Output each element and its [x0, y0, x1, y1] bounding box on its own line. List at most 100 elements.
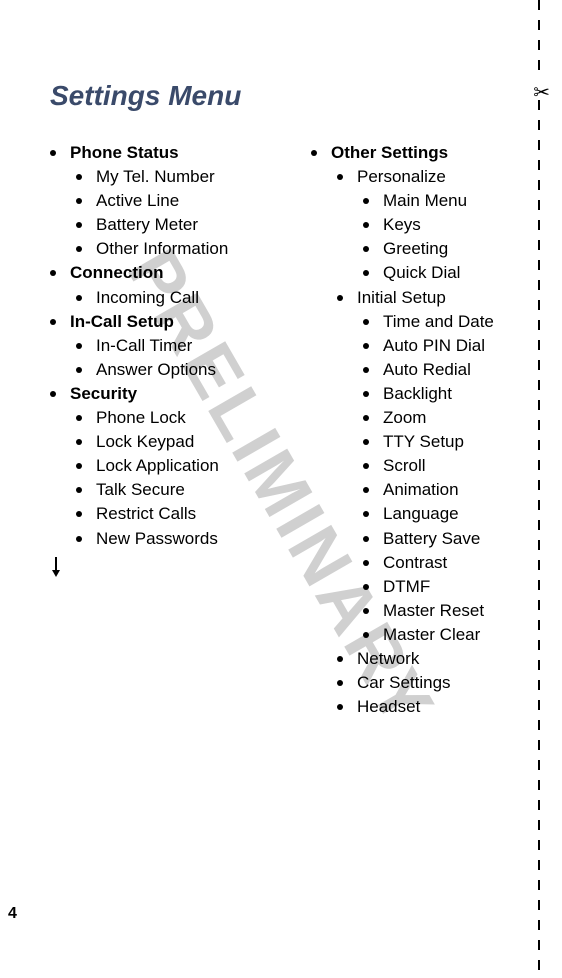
bullet-icon	[363, 246, 369, 252]
list-item: Network	[337, 648, 542, 670]
list-item-text: Personalize	[357, 166, 446, 188]
list-item-text: Contrast	[383, 552, 447, 574]
bullet-icon	[363, 536, 369, 542]
list-item-text: TTY Setup	[383, 431, 464, 453]
right-column: Other SettingsPersonalizeMain MenuKeysGr…	[311, 142, 542, 720]
bullet-icon	[50, 319, 56, 325]
bullet-icon	[363, 487, 369, 493]
list-item: Lock Keypad	[76, 431, 281, 453]
bullet-icon	[76, 487, 82, 493]
left-column: Phone StatusMy Tel. NumberActive LineBat…	[50, 142, 281, 720]
list-item: Main Menu	[363, 190, 542, 212]
list-item-text: My Tel. Number	[96, 166, 215, 188]
cut-line	[538, 0, 540, 978]
bullet-icon	[363, 584, 369, 590]
list-item-text: Master Reset	[383, 600, 484, 622]
list-item-text: Network	[357, 648, 419, 670]
list-item-text: Auto Redial	[383, 359, 471, 381]
bullet-icon	[76, 511, 82, 517]
list-item-text: Lock Application	[96, 455, 219, 477]
list-item-text: Phone Status	[70, 142, 179, 164]
list-item-text: In-Call Setup	[70, 311, 174, 333]
list-item-text: Connection	[70, 262, 164, 284]
bullet-icon	[50, 270, 56, 276]
list-item: Quick Dial	[363, 262, 542, 284]
list-item: Incoming Call	[76, 287, 281, 309]
list-item: Answer Options	[76, 359, 281, 381]
bullet-icon	[76, 367, 82, 373]
list-item-text: DTMF	[383, 576, 430, 598]
bullet-icon	[76, 343, 82, 349]
list-item: Connection	[50, 262, 281, 284]
list-item: Backlight	[363, 383, 542, 405]
list-item-text: Auto PIN Dial	[383, 335, 485, 357]
bullet-icon	[363, 222, 369, 228]
list-item-text: Security	[70, 383, 137, 405]
list-item-text: Language	[383, 503, 459, 525]
bullet-icon	[311, 150, 317, 156]
bullet-icon	[76, 463, 82, 469]
list-item: Phone Lock	[76, 407, 281, 429]
list-item: Scroll	[363, 455, 542, 477]
list-item-text: In-Call Timer	[96, 335, 192, 357]
list-item-text: Quick Dial	[383, 262, 460, 284]
list-item: Phone Status	[50, 142, 281, 164]
bullet-icon	[363, 511, 369, 517]
bullet-icon	[363, 198, 369, 204]
list-item: TTY Setup	[363, 431, 542, 453]
list-item: Auto Redial	[363, 359, 542, 381]
list-item-text: Main Menu	[383, 190, 467, 212]
list-item: Master Clear	[363, 624, 542, 646]
bullet-icon	[76, 246, 82, 252]
list-item: DTMF	[363, 576, 542, 598]
bullet-icon	[363, 343, 369, 349]
list-item: Zoom	[363, 407, 542, 429]
bullet-icon	[76, 439, 82, 445]
list-item: In-Call Timer	[76, 335, 281, 357]
bullet-icon	[76, 415, 82, 421]
list-item: Auto PIN Dial	[363, 335, 542, 357]
bullet-icon	[337, 656, 343, 662]
list-item: Greeting	[363, 238, 542, 260]
list-item: Other Information	[76, 238, 281, 260]
list-item: Security	[50, 383, 281, 405]
list-item-text: Talk Secure	[96, 479, 185, 501]
list-item-text: Phone Lock	[96, 407, 186, 429]
list-item: Restrict Calls	[76, 503, 281, 525]
list-item-text: Other Information	[96, 238, 228, 260]
continue-arrow-icon	[51, 557, 61, 582]
list-item-text: Animation	[383, 479, 459, 501]
bullet-icon	[76, 174, 82, 180]
list-item: Headset	[337, 696, 542, 718]
page-number: 4	[8, 905, 17, 923]
list-item: Car Settings	[337, 672, 542, 694]
list-item: In-Call Setup	[50, 311, 281, 333]
page-content: Settings Menu Phone StatusMy Tel. Number…	[0, 0, 562, 740]
list-item-text: Initial Setup	[357, 287, 446, 309]
list-item: Personalize	[337, 166, 542, 188]
list-item: Initial Setup	[337, 287, 542, 309]
list-item-text: Keys	[383, 214, 421, 236]
list-item-text: Time and Date	[383, 311, 494, 333]
bullet-icon	[337, 174, 343, 180]
bullet-icon	[363, 463, 369, 469]
list-item: Time and Date	[363, 311, 542, 333]
bullet-icon	[76, 536, 82, 542]
list-item: Battery Meter	[76, 214, 281, 236]
list-item-text: Scroll	[383, 455, 426, 477]
bullet-icon	[50, 150, 56, 156]
list-item-text: Restrict Calls	[96, 503, 196, 525]
columns-container: Phone StatusMy Tel. NumberActive LineBat…	[50, 142, 542, 720]
list-item: My Tel. Number	[76, 166, 281, 188]
bullet-icon	[76, 222, 82, 228]
bullet-icon	[363, 415, 369, 421]
list-item: Talk Secure	[76, 479, 281, 501]
bullet-icon	[363, 608, 369, 614]
bullet-icon	[76, 295, 82, 301]
bullet-icon	[337, 680, 343, 686]
bullet-icon	[50, 391, 56, 397]
list-item: Lock Application	[76, 455, 281, 477]
bullet-icon	[363, 319, 369, 325]
list-item-text: New Passwords	[96, 528, 218, 550]
bullet-icon	[363, 560, 369, 566]
